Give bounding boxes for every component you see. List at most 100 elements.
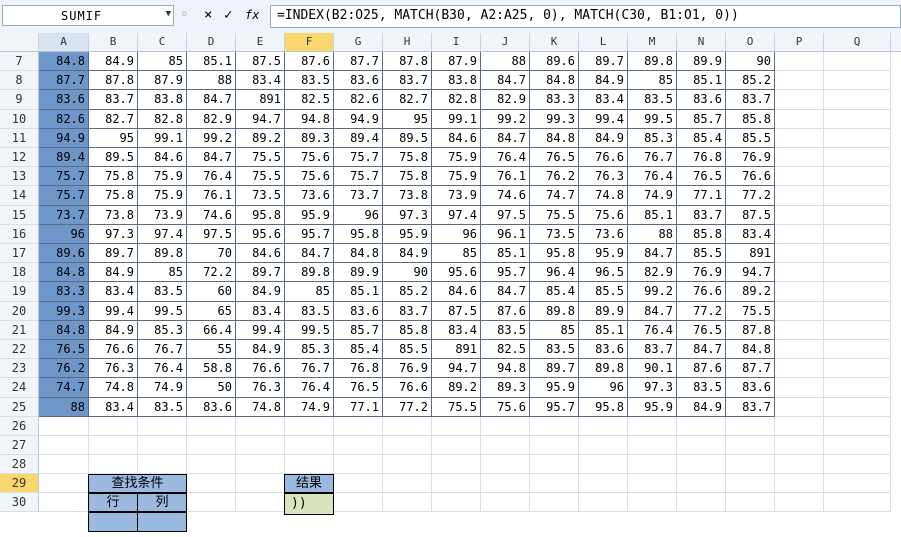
empty-cell[interactable] [138,416,187,436]
empty-cell[interactable] [775,378,824,398]
empty-cell[interactable] [432,454,481,474]
data-cell[interactable]: 99.5 [628,109,677,129]
data-cell[interactable]: 96.1 [481,224,530,244]
data-cell[interactable]: 84.9 [236,340,285,360]
data-cell[interactable]: 75.8 [89,186,138,206]
data-cell[interactable]: 83.5 [285,71,334,91]
data-cell[interactable]: 99.5 [285,320,334,340]
data-cell[interactable]: 89.7 [579,52,628,72]
empty-cell[interactable] [824,52,891,72]
data-cell[interactable]: 83.7 [677,205,726,225]
data-cell[interactable]: 82.9 [187,109,236,129]
data-cell[interactable]: 85.7 [334,320,383,340]
empty-cell[interactable] [138,454,187,474]
empty-cell[interactable] [39,454,89,474]
data-cell[interactable]: 76.6 [236,359,285,379]
empty-cell[interactable] [824,359,891,379]
data-cell[interactable]: 76.1 [187,186,236,206]
data-cell[interactable]: 75.8 [383,167,432,187]
data-cell[interactable]: 87.7 [726,359,775,379]
empty-cell[interactable] [775,224,824,244]
column-header-l[interactable]: L [579,33,628,51]
data-cell[interactable]: 89.3 [285,128,334,148]
data-cell[interactable]: 97.5 [187,224,236,244]
data-cell[interactable]: 85 [138,263,187,283]
empty-cell[interactable] [824,263,891,283]
empty-cell[interactable] [824,473,891,493]
data-cell[interactable]: 85.3 [285,340,334,360]
column-header-k[interactable]: K [530,33,579,51]
data-cell[interactable]: 83.7 [628,340,677,360]
data-cell[interactable]: 76.2 [530,167,579,187]
column-header-c[interactable]: C [138,33,187,51]
data-cell[interactable]: 87.7 [39,71,89,91]
data-cell[interactable]: 73.6 [579,224,628,244]
data-cell[interactable]: 55 [187,340,236,360]
empty-cell[interactable] [334,435,383,455]
data-cell[interactable]: 87.7 [334,52,383,72]
data-cell[interactable]: 83.5 [628,90,677,110]
row-header[interactable]: 8 [0,71,39,91]
data-cell[interactable]: 95.6 [432,263,481,283]
empty-cell[interactable] [824,397,891,417]
data-cell[interactable]: 84.7 [481,71,530,91]
empty-cell[interactable] [628,435,677,455]
empty-cell[interactable] [236,435,285,455]
empty-cell[interactable] [383,473,432,493]
data-cell[interactable]: 99.2 [481,109,530,129]
data-cell[interactable]: 76.4 [481,148,530,168]
data-cell[interactable]: 73.7 [334,186,383,206]
data-cell[interactable]: 99.1 [432,109,481,129]
data-cell[interactable]: 84.7 [628,244,677,264]
data-cell[interactable]: 82.7 [383,90,432,110]
empty-cell[interactable] [138,435,187,455]
data-cell[interactable]: 84.8 [39,263,89,283]
empty-cell[interactable] [677,473,726,493]
data-cell[interactable]: 84.6 [138,148,187,168]
data-cell[interactable]: 95.9 [530,378,579,398]
empty-cell[interactable] [677,435,726,455]
data-cell[interactable]: 74.8 [579,186,628,206]
empty-cell[interactable] [775,340,824,360]
data-cell[interactable]: 75.5 [530,205,579,225]
empty-cell[interactable] [726,435,775,455]
data-cell[interactable]: 84.9 [677,397,726,417]
empty-cell[interactable] [579,454,628,474]
column-header-p[interactable]: P [775,33,824,51]
empty-cell[interactable] [775,397,824,417]
row-header[interactable]: 18 [0,263,39,283]
empty-cell[interactable] [285,454,334,474]
data-cell[interactable]: 75.6 [481,397,530,417]
data-cell[interactable]: 75.8 [89,167,138,187]
data-cell[interactable]: 76.8 [334,359,383,379]
row-header[interactable]: 11 [0,128,39,148]
data-cell[interactable]: 76.5 [530,148,579,168]
empty-cell[interactable] [824,167,891,187]
data-cell[interactable]: 74.9 [628,186,677,206]
data-cell[interactable]: 83.6 [726,378,775,398]
empty-cell[interactable] [824,186,891,206]
data-cell[interactable]: 73.7 [39,205,89,225]
data-cell[interactable]: 87.6 [285,52,334,72]
data-cell[interactable]: 89.8 [138,244,187,264]
data-cell[interactable]: 96 [432,224,481,244]
data-cell[interactable]: 99.3 [530,109,579,129]
enter-icon[interactable]: ✓ [224,7,232,23]
data-cell[interactable]: 891 [726,244,775,264]
data-cell[interactable]: 90 [383,263,432,283]
data-cell[interactable]: 84.9 [236,282,285,302]
empty-cell[interactable] [775,244,824,264]
data-cell[interactable]: 82.5 [285,90,334,110]
data-cell[interactable]: 84.9 [89,263,138,283]
data-cell[interactable]: 84.6 [432,128,481,148]
data-cell[interactable]: 73.9 [432,186,481,206]
empty-cell[interactable] [726,416,775,436]
empty-cell[interactable] [39,473,89,493]
empty-cell[interactable] [530,454,579,474]
empty-cell[interactable] [824,340,891,360]
data-cell[interactable]: 96 [334,205,383,225]
column-header-e[interactable]: E [236,33,285,51]
empty-cell[interactable] [39,416,89,436]
column-header-a[interactable]: A [39,33,89,51]
empty-cell[interactable] [285,416,334,436]
